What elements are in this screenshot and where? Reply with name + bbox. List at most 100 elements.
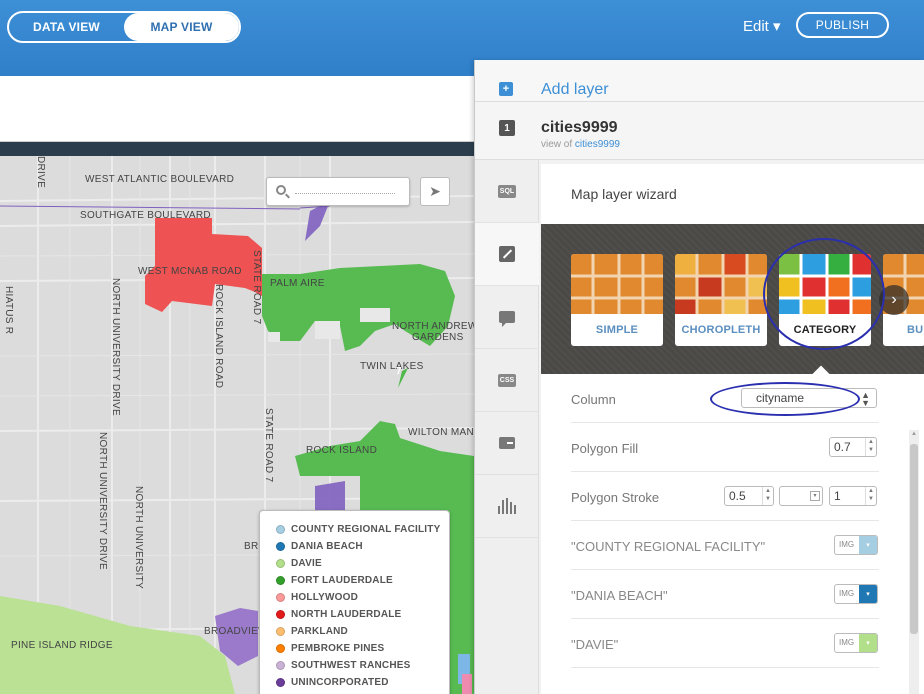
legend-item: PEMBROKE PINES xyxy=(276,640,449,657)
map-label: NORTH UNIVERSITY DRIVE xyxy=(110,278,121,416)
category-color-picker[interactable]: IMG ▾ xyxy=(834,584,878,604)
category-row: "COUNTY REGIONAL FACILITY" IMG ▾ xyxy=(571,521,879,570)
polygon-stroke-label: Polygon Stroke xyxy=(571,490,660,505)
stepper-icon[interactable]: ▲ ▼ xyxy=(865,487,876,505)
legend-swatch xyxy=(276,627,285,636)
map-legend: COUNTY REGIONAL FACILITY DANIA BEACH DAVIE… xyxy=(259,510,450,694)
bar-chart-icon xyxy=(498,498,516,514)
layer-side-tabs: SQL CSS xyxy=(475,160,539,694)
polygon-fill-row: Polygon Fill 0.7 ▲ ▼ xyxy=(571,423,879,472)
publish-button[interactable]: PUBLISH xyxy=(796,12,889,38)
category-color-picker[interactable]: IMG ▾ xyxy=(834,535,878,555)
polygon-fill-label: Polygon Fill xyxy=(571,441,639,456)
category-list: "COUNTY REGIONAL FACILITY" IMG ▾ "DANIA BEA… xyxy=(571,521,879,668)
view-toggle: DATA VIEW MAP VIEW xyxy=(7,11,241,43)
layer-number-badge: 1 xyxy=(499,120,515,136)
tab-infowindow[interactable] xyxy=(475,286,539,349)
tab-legend[interactable] xyxy=(475,412,539,475)
viz-type-carousel: SIMPLE CHOROPLETH CATEGORY BU › xyxy=(541,224,924,374)
legend-item: COUNTY REGIONAL FACILITY xyxy=(276,521,449,538)
legend-item: FORT LAUDERDALE xyxy=(276,572,449,589)
scrollbar-thumb[interactable] xyxy=(910,444,918,634)
simple-thumbnail xyxy=(571,254,663,314)
polygon-fill-opacity-input[interactable]: 0.7 ▲ ▼ xyxy=(829,437,877,457)
legend-label: COUNTY REGIONAL FACILITY xyxy=(291,524,441,535)
tab-filters[interactable] xyxy=(475,475,539,538)
legend-label: DAVIE xyxy=(291,558,322,569)
map-label: GARDENS xyxy=(412,332,464,343)
polygon-stroke-row: Polygon Stroke 0.5 ▲ ▼ ▾ 1 ▲ ▼ xyxy=(571,472,879,521)
viz-label: SIMPLE xyxy=(595,324,639,336)
legend-item: HOLLYWOOD xyxy=(276,589,449,606)
map-header-strip xyxy=(0,142,474,156)
map-label: TWIN LAKES xyxy=(360,361,424,372)
map-label: PINE ISLAND RIDGE xyxy=(11,640,113,651)
data-view-button[interactable]: DATA VIEW xyxy=(9,13,124,41)
map-search-input[interactable] xyxy=(266,177,410,206)
viz-label: CHOROPLETH xyxy=(681,324,761,336)
view-of-text: view of xyxy=(541,139,573,150)
legend-item: PARKLAND xyxy=(276,623,449,640)
category-row: "DAVIE" IMG ▾ xyxy=(571,619,879,668)
viz-simple[interactable]: SIMPLE xyxy=(571,254,663,346)
map-label: HIATUS R xyxy=(3,286,14,335)
color-swatch-dropdown-icon[interactable]: ▾ xyxy=(859,634,877,652)
annotation-ellipse xyxy=(710,382,860,416)
search-field-line xyxy=(295,193,395,194)
column-row: Column cityname ▲ ▼ xyxy=(571,374,879,423)
brush-icon xyxy=(499,246,515,262)
add-layer-link[interactable]: Add layer xyxy=(541,81,609,99)
tab-css[interactable]: CSS xyxy=(475,349,539,412)
edit-menu[interactable]: Edit ▾ xyxy=(743,17,781,35)
legend-label: DANIA BEACH xyxy=(291,541,363,552)
source-table-link[interactable]: cities9999 xyxy=(575,139,620,150)
sql-icon: SQL xyxy=(498,184,516,198)
wizard-form: Column cityname ▲ ▼ Polygon Fill 0.7 ▲ ▼ P… xyxy=(571,374,879,668)
map-view-button[interactable]: MAP VIEW xyxy=(124,13,239,41)
viz-choropleth[interactable]: CHOROPLETH xyxy=(675,254,767,346)
polygon-fill-value: 0.7 xyxy=(834,440,851,454)
legend-label: NORTH LAUDERDALE xyxy=(291,609,402,620)
locate-button[interactable]: ➤ xyxy=(420,177,450,206)
img-label: IMG xyxy=(839,589,855,598)
scroll-up-icon[interactable]: ▲ xyxy=(910,431,918,437)
color-swatch-dropdown-icon[interactable]: ▾ xyxy=(859,536,877,554)
img-label: IMG xyxy=(839,540,855,549)
map-label: NORTH ANDREWS xyxy=(392,321,474,332)
legend-swatch xyxy=(276,661,285,670)
legend-swatch xyxy=(276,542,285,551)
tab-wizard[interactable] xyxy=(475,223,539,286)
stepper-icon[interactable]: ▲ ▼ xyxy=(865,438,876,456)
tab-sql[interactable]: SQL xyxy=(475,160,539,223)
speech-bubble-icon xyxy=(499,311,515,327)
map-label: NORTH UNIVERSITY DRIVE xyxy=(97,432,108,570)
legend-swatch xyxy=(276,576,285,585)
send-arrow-icon: ➤ xyxy=(429,183,441,199)
map[interactable]: WEST ATLANTIC BOULEVARD SOUTHGATE BOULEV… xyxy=(0,156,474,694)
map-label: WEST MCNAB ROAD xyxy=(138,266,242,277)
map-label: 7 xyxy=(396,366,402,377)
wizard-scrollbar[interactable]: ▲ xyxy=(909,430,919,694)
map-label: STATE ROAD 7 xyxy=(251,250,262,325)
map-label: WEST ATLANTIC BOULEVARD xyxy=(85,174,235,185)
legend-swatch xyxy=(276,644,285,653)
map-label: DRIVE xyxy=(35,156,46,189)
legend-item: DANIA BEACH xyxy=(276,538,449,555)
stroke-width-value: 0.5 xyxy=(729,489,746,503)
stroke-width-input[interactable]: 0.5 ▲ ▼ xyxy=(724,486,774,506)
dropdown-icon: ▾ xyxy=(810,491,820,501)
legend-label: SOUTHWEST RANCHES xyxy=(291,660,411,671)
layer-source: view of cities9999 xyxy=(541,139,620,150)
map-label: WILTON MAN xyxy=(408,427,474,438)
legend-list: COUNTY REGIONAL FACILITY DANIA BEACH DAVIE… xyxy=(276,521,449,691)
stepper-icon[interactable]: ▲ ▼ xyxy=(762,487,773,505)
legend-swatch xyxy=(276,559,285,568)
color-swatch-dropdown-icon[interactable]: ▾ xyxy=(859,585,877,603)
category-color-picker[interactable]: IMG ▾ xyxy=(834,633,878,653)
legend-item: UNINCORPORATED xyxy=(276,674,449,691)
add-layer-row[interactable]: + Add layer xyxy=(475,60,924,102)
stroke-color-picker[interactable]: ▾ xyxy=(779,486,823,506)
stroke-opacity-input[interactable]: 1 ▲ ▼ xyxy=(829,486,877,506)
layer-name[interactable]: cities9999 xyxy=(541,119,618,137)
legend-swatch xyxy=(276,593,285,602)
